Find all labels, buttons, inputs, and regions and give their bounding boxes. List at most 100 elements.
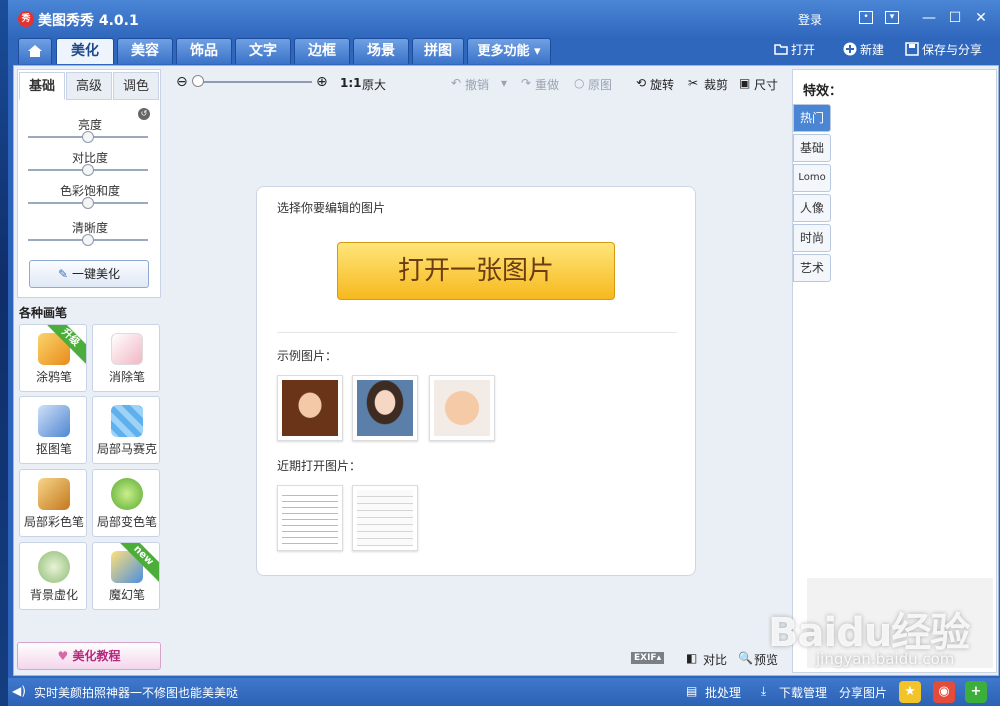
save-share-label: 保存与分享 xyxy=(922,43,983,57)
save-share-action[interactable]: 保存与分享 xyxy=(905,40,982,60)
recent-image-1[interactable] xyxy=(277,485,343,551)
download-icon: ⤓ xyxy=(761,684,767,698)
watermark-url: jingyan.baidu.com xyxy=(816,650,955,668)
tab-more-features[interactable]: 更多功能 ▾ xyxy=(467,38,551,64)
crop-button[interactable]: 裁剪 xyxy=(704,76,728,93)
sharpness-knob[interactable] xyxy=(82,234,94,246)
redo-icon[interactable]: ↷ xyxy=(521,76,531,90)
mosaic-brush[interactable]: 局部马赛克 xyxy=(92,396,160,464)
effect-tab-hot[interactable]: 热门 xyxy=(793,104,831,132)
app-window: 秀 美图秀秀 4.0.1 登录 • ▾ — ☐ ✕ 美化 美容 饰品 文字 边框… xyxy=(8,0,1000,706)
zoom-out-icon[interactable]: ⊖ xyxy=(176,74,188,90)
tab-basic[interactable]: 基础 xyxy=(19,72,65,100)
original-icon[interactable]: ○ xyxy=(574,76,584,90)
open-image-button[interactable]: 打开一张图片 xyxy=(337,242,615,300)
save-icon xyxy=(905,42,919,56)
tab-scene[interactable]: 场景 xyxy=(353,38,409,64)
home-icon xyxy=(28,45,42,57)
exif-button[interactable]: EXIF▴ xyxy=(631,652,665,664)
minimize-button[interactable]: — xyxy=(919,8,939,28)
undo-icon[interactable]: ↶ xyxy=(451,76,461,90)
brightness-knob[interactable] xyxy=(82,131,94,143)
star-icon[interactable]: ★ xyxy=(899,681,921,703)
open-action[interactable]: 打开 xyxy=(774,40,815,60)
tab-text[interactable]: 文字 xyxy=(235,38,291,64)
color-brush-label: 局部彩色笔 xyxy=(23,515,84,529)
tab-color-tone[interactable]: 调色 xyxy=(113,72,159,100)
sample-image-3[interactable] xyxy=(429,375,495,441)
doodle-brush-label: 涂鸦笔 xyxy=(35,370,72,384)
batch-button[interactable]: 批处理 xyxy=(705,684,741,701)
tab-accessories[interactable]: 饰品 xyxy=(176,38,232,64)
one-click-beautify-button[interactable]: ✎ 一键美化 xyxy=(29,260,149,288)
download-manager-button[interactable]: 下载管理 xyxy=(779,684,827,701)
rotate-icon[interactable]: ⟲ xyxy=(636,76,646,90)
effects-title: 特效： xyxy=(803,84,843,99)
desktop-background xyxy=(0,0,8,706)
sample-image-2[interactable] xyxy=(352,375,418,441)
undo-button[interactable]: 撤销 xyxy=(465,76,489,93)
cutout-brush[interactable]: 抠图笔 xyxy=(19,396,87,464)
tutorial-label: 美化教程 xyxy=(72,649,121,663)
workspace: 基础 高级 调色 ↺ 亮度 对比度 色彩饱和度 清晰度 ✎ 一键美化 各种画笔 xyxy=(13,65,999,676)
open-label: 打开 xyxy=(791,43,816,57)
close-button[interactable]: ✕ xyxy=(971,8,991,28)
effects-panel: 特效： 热门 基础 Lomo 人像 时尚 艺术 xyxy=(792,69,997,673)
samples-label: 示例图片： xyxy=(277,349,338,363)
cutout-brush-label: 抠图笔 xyxy=(35,442,72,456)
preview-icon[interactable]: 🔍 xyxy=(738,651,753,665)
eraser-brush[interactable]: 消除笔 xyxy=(92,324,160,392)
sample-image-1[interactable] xyxy=(277,375,343,441)
recolor-brush[interactable]: 局部变色笔 xyxy=(92,469,160,537)
home-tab[interactable] xyxy=(18,38,52,64)
adjust-panel: 基础 高级 调色 ↺ 亮度 对比度 色彩饱和度 清晰度 ✎ 一键美化 xyxy=(17,69,161,298)
effect-tab-fashion[interactable]: 时尚 xyxy=(793,224,831,252)
plus-circle-icon xyxy=(843,42,857,56)
zoom-knob[interactable] xyxy=(192,75,204,87)
speaker-icon: ◀) xyxy=(12,684,26,698)
add-icon[interactable]: + xyxy=(965,681,987,703)
skin-icon[interactable]: ▾ xyxy=(885,11,899,24)
compare-icon[interactable]: ◧ xyxy=(686,651,697,665)
title-bar: 秀 美图秀秀 4.0.1 登录 • ▾ — ☐ ✕ xyxy=(8,0,1000,38)
tab-beauty[interactable]: 美容 xyxy=(117,38,173,64)
share-image-button[interactable]: 分享图片 xyxy=(839,684,887,701)
color-brush[interactable]: 局部彩色笔 xyxy=(19,469,87,537)
maximize-button[interactable]: ☐ xyxy=(945,8,965,28)
effect-tab-basic[interactable]: 基础 xyxy=(793,134,831,162)
zoom-slider[interactable] xyxy=(194,81,312,83)
select-prompt: 选择你要编辑的图片 xyxy=(277,201,386,215)
resize-button[interactable]: 尺寸 xyxy=(754,76,778,93)
rotate-button[interactable]: 旋转 xyxy=(650,76,674,93)
doodle-brush[interactable]: 升级 涂鸦笔 xyxy=(19,324,87,392)
tab-frame[interactable]: 边框 xyxy=(294,38,350,64)
contrast-knob[interactable] xyxy=(82,164,94,176)
login-link[interactable]: 登录 xyxy=(798,11,822,28)
new-action[interactable]: 新建 xyxy=(843,40,884,60)
effect-tab-lomo[interactable]: Lomo xyxy=(793,164,831,192)
recent-image-2[interactable] xyxy=(352,485,418,551)
footprint-icon: ♥ xyxy=(57,649,73,663)
weibo-icon[interactable]: ◉ xyxy=(933,681,955,703)
actual-size-button[interactable]: 原大 xyxy=(362,76,386,93)
tab-collage[interactable]: 拼图 xyxy=(412,38,464,64)
actual-size-ratio[interactable]: 1:1 xyxy=(340,76,362,90)
zoom-in-icon[interactable]: ⊕ xyxy=(316,74,328,90)
redo-button[interactable]: 重做 xyxy=(535,76,559,93)
tab-advanced[interactable]: 高级 xyxy=(66,72,112,100)
beautify-tutorial-button[interactable]: ♥ 美化教程 xyxy=(17,642,161,670)
tip-text[interactable]: 实时美颜拍照神器一不修图也能美美哒 xyxy=(34,684,238,701)
undo-dropdown-icon[interactable]: ▾ xyxy=(501,76,507,90)
scissors-icon[interactable]: ✂ xyxy=(688,76,698,90)
effect-tab-art[interactable]: 艺术 xyxy=(793,254,831,282)
magic-brush[interactable]: new 魔幻笔 xyxy=(92,542,160,610)
tab-beautify[interactable]: 美化 xyxy=(56,38,114,64)
background-blur-brush[interactable]: 背景虚化 xyxy=(19,542,87,610)
message-icon[interactable]: • xyxy=(859,11,873,24)
app-title: 美图秀秀 4.0.1 xyxy=(38,13,139,29)
saturation-knob[interactable] xyxy=(82,197,94,209)
effect-tab-portrait[interactable]: 人像 xyxy=(793,194,831,222)
compare-button[interactable]: 对比 xyxy=(703,651,727,668)
resize-icon[interactable]: ▣ xyxy=(739,76,750,90)
original-button[interactable]: 原图 xyxy=(588,76,612,93)
